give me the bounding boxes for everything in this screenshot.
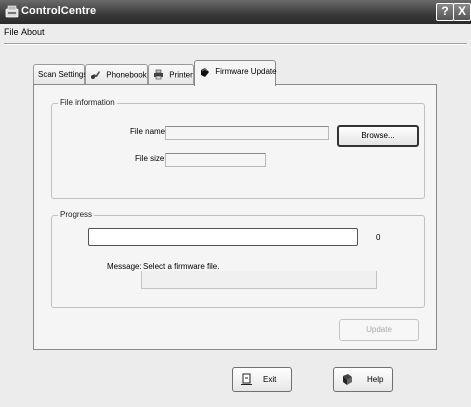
help-button[interactable]: Help [333, 367, 393, 392]
message-label: Message: [107, 262, 142, 271]
help-label: Help [367, 375, 384, 384]
file-name-label: File name: [130, 127, 168, 136]
tab-scan-settings-label: Scan Settings [38, 70, 88, 80]
menu-bar: File About [0, 24, 471, 41]
firmware-update-panel: File information File name: Browse... Fi… [33, 84, 437, 350]
file-size-field [165, 153, 266, 167]
firmware-icon [201, 67, 209, 77]
phonebook-icon [91, 71, 100, 80]
tab-phonebook[interactable]: Phonebook [85, 64, 148, 85]
progress-value: 0 [376, 233, 381, 242]
tab-firmware-update[interactable]: Firmware Update [194, 60, 277, 86]
message-text: Select a firmware file. [143, 262, 220, 271]
menu-about[interactable]: About [21, 27, 45, 37]
file-information-title: File information [58, 98, 117, 107]
menu-separator-highlight [4, 44, 467, 45]
exit-icon [241, 373, 252, 385]
title-bar: ControlCentre ? X [0, 0, 471, 24]
message-box [141, 271, 377, 289]
tab-printer[interactable]: Printer [148, 64, 194, 85]
file-name-field[interactable] [165, 126, 329, 140]
exit-label: Exit [263, 375, 277, 384]
tab-firmware-update-label: Firmware Update [215, 67, 277, 76]
tab-scan-settings[interactable]: Scan Settings [33, 64, 88, 85]
app-icon [5, 5, 19, 18]
progress-title: Progress [58, 210, 95, 219]
window-title: ControlCentre [21, 5, 97, 17]
file-size-label: File size: [135, 154, 167, 163]
update-button[interactable]: Update [339, 319, 419, 341]
help-book-icon [343, 374, 352, 385]
menu-file[interactable]: File [4, 27, 19, 37]
close-title-button[interactable]: X [453, 3, 471, 21]
tab-printer-label: Printer [169, 70, 193, 80]
tab-phonebook-label: Phonebook [106, 70, 147, 80]
help-title-button[interactable]: ? [436, 3, 454, 21]
file-information-group: File information [51, 98, 425, 199]
printer-icon [154, 70, 163, 80]
browse-button[interactable]: Browse... [337, 125, 419, 147]
exit-button[interactable]: Exit [232, 367, 292, 392]
progress-bar [88, 228, 358, 246]
